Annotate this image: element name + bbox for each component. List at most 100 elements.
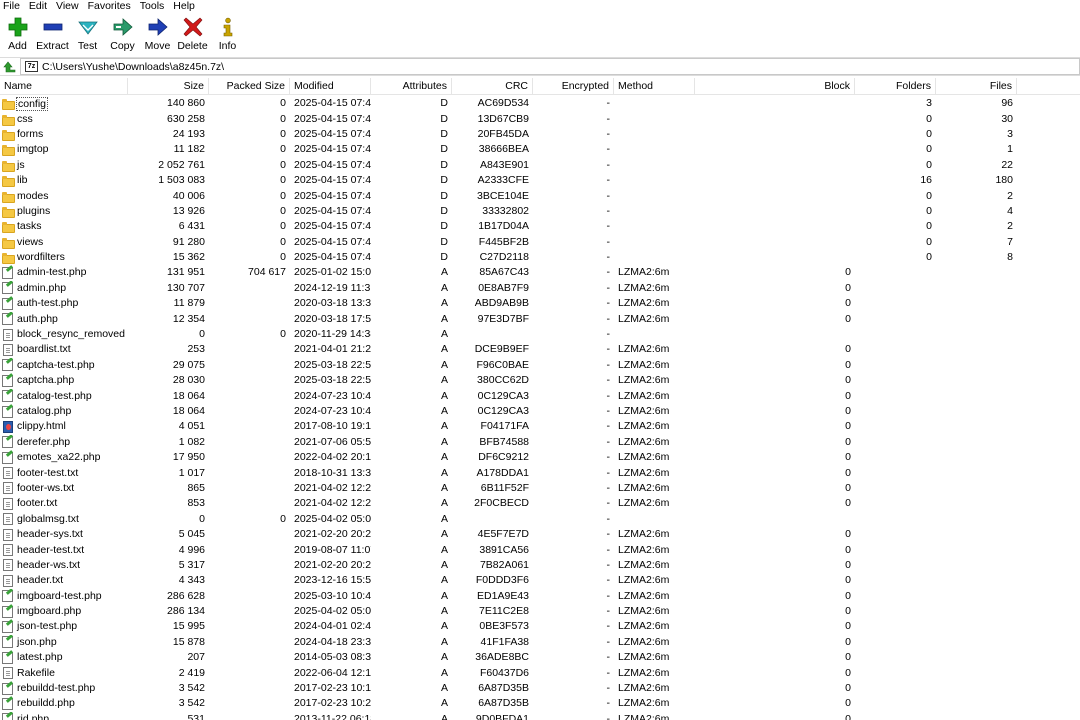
file-row[interactable]: rid.php 531 2013-11-22 06:18 A 9D0BFDA1 - LZMA… [0, 712, 1080, 720]
modified-cell: 2013-11-22 06:18 [294, 712, 371, 720]
delete-button[interactable]: Delete [175, 13, 210, 53]
encrypted-cell: - [606, 682, 611, 695]
file-row[interactable]: block_resync_removed 0 0 2020-11-29 14:38 A - [0, 327, 1080, 342]
folder-row[interactable]: js 2 052 761 0 2025-04-15 07:44 D A843E901 - 0 2… [0, 158, 1080, 173]
folder-icon [2, 145, 15, 157]
packed-size-cell: 0 [280, 512, 286, 525]
file-row[interactable]: footer-test.txt 1 017 2018-10-31 13:39 A A17… [0, 465, 1080, 480]
file-row[interactable]: auth-test.php 11 879 2020-03-18 13:39 A ABD9… [0, 296, 1080, 311]
column-header-files[interactable]: Files [936, 78, 1017, 95]
name-cell: forms [0, 127, 128, 142]
file-row[interactable]: globalmsg.txt 0 0 2025-04-02 05:04 A - [0, 512, 1080, 527]
copy-button[interactable]: Copy [105, 13, 140, 53]
block-cell: 0 [845, 574, 851, 587]
move-button[interactable]: Move [140, 13, 175, 53]
text-file-icon [3, 482, 13, 495]
menu-help[interactable]: Help [169, 0, 200, 13]
menu-favorites[interactable]: Favorites [84, 0, 136, 13]
modified-cell: 2025-03-10 10:47 [294, 589, 371, 602]
file-row[interactable]: header-test.txt 4 996 2019-08-07 11:07 A 389… [0, 542, 1080, 557]
packed-size-cell [209, 712, 290, 720]
file-row[interactable]: header-ws.txt 5 317 2021-02-20 20:25 A 7B82A… [0, 558, 1080, 573]
size-cell: 28 030 [172, 374, 205, 387]
column-header-block[interactable]: Block [695, 78, 855, 95]
add-button[interactable]: Add [0, 13, 35, 53]
file-row[interactable]: header-sys.txt 5 045 2021-02-20 20:25 A 4E5F… [0, 527, 1080, 542]
folder-row[interactable]: tasks 6 431 0 2025-04-15 07:47 D 1B17D04A - 0 2 [0, 219, 1080, 234]
column-header-encrypted[interactable]: Encrypted [533, 78, 614, 95]
file-row[interactable]: latest.php 207 2014-05-03 08:38 A 36ADE8BC - L… [0, 650, 1080, 665]
test-button[interactable]: Test [70, 13, 105, 53]
file-row[interactable]: rebuildd-test.php 3 542 2017-02-23 10:18 A 6… [0, 681, 1080, 696]
column-header-packed-size[interactable]: Packed Size [209, 78, 290, 95]
file-row[interactable]: imgboard.php 286 134 2025-04-02 05:07 A 7E11… [0, 604, 1080, 619]
block-cell: 0 [845, 374, 851, 387]
folder-row[interactable]: css 630 258 0 2025-04-15 07:44 D 13D67CB9 - 0 30 [0, 111, 1080, 126]
modified-cell: 2024-12-19 11:31 [294, 281, 371, 294]
file-row[interactable]: imgboard-test.php 286 628 2025-03-10 10:47… [0, 589, 1080, 604]
column-header-size[interactable]: Size [128, 78, 209, 95]
size-cell: 2 419 [178, 666, 205, 679]
file-row[interactable]: footer-ws.txt 865 2021-04-02 12:28 A 6B11F52… [0, 481, 1080, 496]
folder-row[interactable]: modes 40 006 0 2025-04-15 07:44 D 3BCE104E - 0 2 [0, 188, 1080, 203]
item-name: lib [17, 174, 28, 187]
folder-row[interactable]: imgtop 11 182 0 2025-04-15 07:44 D 38666BEA - 0… [0, 142, 1080, 157]
method-cell [614, 250, 695, 265]
menu-edit[interactable]: Edit [25, 0, 52, 13]
column-header-name[interactable]: Name [0, 78, 128, 95]
column-header-crc[interactable]: CRC [452, 78, 533, 95]
extract-button[interactable]: Extract [35, 13, 70, 53]
folder-row[interactable]: plugins 13 926 0 2025-04-15 07:44 D 33332802 -… [0, 204, 1080, 219]
item-name: Rakefile [17, 666, 55, 679]
column-header-folders[interactable]: Folders [855, 78, 936, 95]
up-folder-button[interactable] [0, 58, 20, 76]
folder-row[interactable]: config 140 860 0 2025-04-15 07:47 D AC69D534 -… [0, 96, 1080, 111]
file-row[interactable]: Rakefile 2 419 2022-06-04 12:13 A F60437D6 - L… [0, 665, 1080, 680]
file-row[interactable]: clippy.html 4 051 2017-08-10 19:16 A F04171F… [0, 419, 1080, 434]
folder-row[interactable]: forms 24 193 0 2025-04-15 07:44 D 20FB45DA - 0 3 [0, 127, 1080, 142]
file-row[interactable]: admin-test.php 131 951 704 617 2025-01-02 1… [0, 265, 1080, 280]
php-file-icon [2, 682, 13, 695]
modified-cell: 2021-07-06 05:51 [294, 435, 371, 448]
path-field[interactable]: 7z C:\Users\Yushe\Downloads\a8z45n.7z\ [20, 58, 1080, 75]
file-row[interactable]: json-test.php 15 995 2024-04-01 02:40 A 0BE3… [0, 619, 1080, 634]
info-button[interactable]: Info [210, 13, 245, 53]
file-row[interactable]: captcha.php 28 030 2025-03-18 22:52 A 380CC6… [0, 373, 1080, 388]
packed-size-cell [209, 573, 290, 588]
file-row[interactable]: catalog.php 18 064 2024-07-23 10:44 A 0C129C… [0, 404, 1080, 419]
crc-cell: 97E3D7BF [477, 312, 529, 325]
file-row[interactable]: captcha-test.php 29 075 2025-03-18 22:52 A F… [0, 358, 1080, 373]
folders-cell [855, 342, 936, 357]
column-header-attributes[interactable]: Attributes [371, 78, 452, 95]
file-row[interactable]: catalog-test.php 18 064 2024-07-23 10:44 A 0… [0, 388, 1080, 403]
file-row[interactable]: derefer.php 1 082 2021-07-06 05:51 A BFB7458… [0, 435, 1080, 450]
packed-size-cell: 0 [280, 158, 286, 171]
folder-row[interactable]: wordfilters 15 362 0 2025-04-15 07:44 D C27D2… [0, 250, 1080, 265]
files-cell [936, 389, 1017, 404]
menu-file[interactable]: File [0, 0, 25, 13]
crc-cell [452, 327, 533, 342]
attributes-cell: A [440, 635, 448, 648]
file-row[interactable]: rebuildd.php 3 542 2017-02-23 10:20 A 6A87D3… [0, 696, 1080, 711]
folder-icon [2, 206, 15, 218]
file-row[interactable]: json.php 15 878 2024-04-18 23:34 A 41F1FA38 -… [0, 635, 1080, 650]
file-row[interactable]: emotes_xa22.php 17 950 2022-04-02 20:16 A DF… [0, 450, 1080, 465]
file-row[interactable]: boardlist.txt 253 2021-04-01 21:26 A DCE9B9E… [0, 342, 1080, 357]
folder-row[interactable]: lib 1 503 083 0 2025-04-15 07:48 D A2333CFE - 1… [0, 173, 1080, 188]
encrypted-cell: - [606, 266, 611, 279]
block-cell: 0 [845, 666, 851, 679]
item-name: footer.txt [17, 497, 58, 510]
file-row[interactable]: footer.txt 853 2021-04-02 12:28 A 2F0CBECD - L… [0, 496, 1080, 511]
packed-size-cell: 0 [280, 251, 286, 264]
file-row[interactable]: auth.php 12 354 2020-03-18 17:58 A 97E3D7BF -… [0, 311, 1080, 326]
encrypted-cell: - [606, 189, 611, 202]
column-header-modified[interactable]: Modified [290, 78, 371, 95]
column-header-method[interactable]: Method [614, 78, 695, 95]
menu-view[interactable]: View [52, 0, 84, 13]
file-row[interactable]: admin.php 130 707 2024-12-19 11:31 A 0E8AB7F… [0, 281, 1080, 296]
folder-row[interactable]: views 91 280 0 2025-04-15 07:44 D F445BF2B - 0 7 [0, 235, 1080, 250]
file-row[interactable]: header.txt 4 343 2023-12-16 15:50 A F0DDD3F6… [0, 573, 1080, 588]
toolbar: Add Extract Test Copy Move Delete Info [0, 13, 1080, 57]
menu-tools[interactable]: Tools [136, 0, 170, 13]
attributes-cell: A [440, 605, 448, 618]
